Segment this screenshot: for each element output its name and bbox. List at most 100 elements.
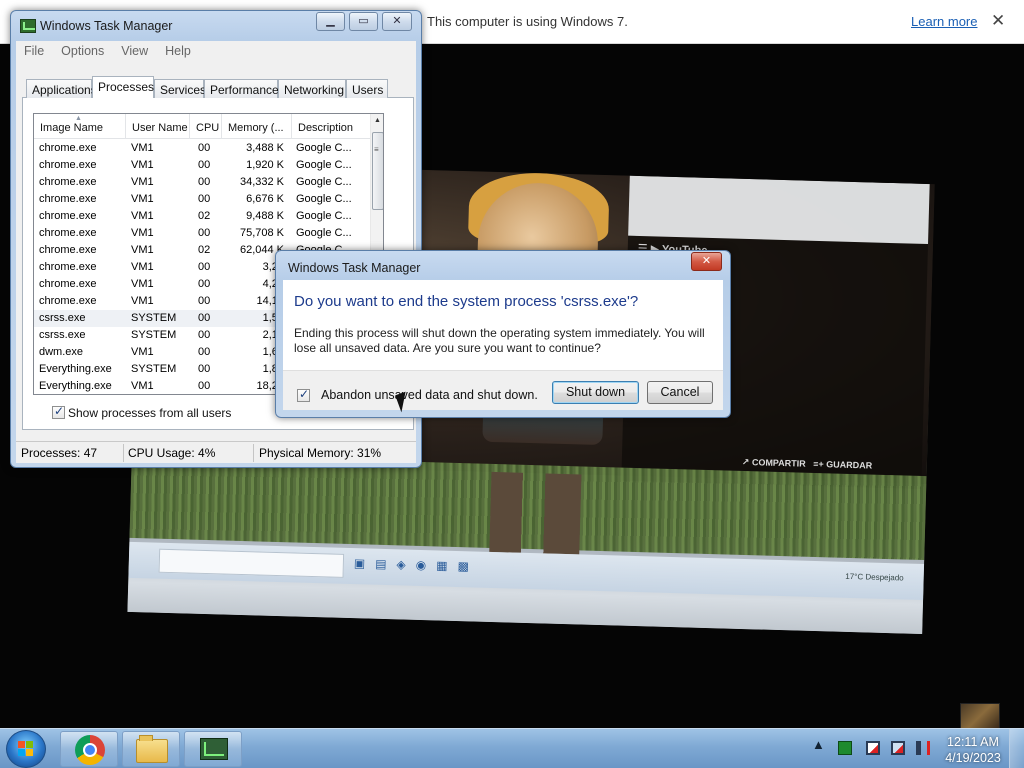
cell-user-name: VM1 <box>131 295 154 307</box>
cell-cpu: 02 <box>198 210 211 222</box>
clock-time: 12:11 AM <box>947 735 999 749</box>
menu-view[interactable]: View <box>113 41 157 58</box>
cell-memory: 34,332 K <box>239 176 284 188</box>
tab-performance[interactable]: Performance <box>204 79 279 98</box>
cancel-button[interactable]: Cancel <box>647 381 713 404</box>
task-manager-title: Windows Task Manager <box>40 19 173 33</box>
cell-description: Google C... <box>296 227 352 239</box>
taskbar: ▲ 12:11 AM 4/19/2023 <box>0 728 1024 768</box>
cell-image-name: chrome.exe <box>39 176 97 188</box>
network-icon[interactable] <box>891 741 905 755</box>
taskbar-clock[interactable]: 12:11 AM 4/19/2023 <box>944 734 1002 766</box>
cell-user-name: VM1 <box>131 210 154 222</box>
close-button[interactable]: ✕ <box>382 12 412 31</box>
photo-inner-search <box>158 548 345 578</box>
process-row[interactable]: chrome.exe VM1 00 6,676 K Google C... <box>34 191 370 208</box>
show-all-users-checkbox[interactable] <box>52 404 65 419</box>
scroll-grip-icon: ≡ <box>374 145 379 154</box>
taskbar-chrome-button[interactable] <box>60 731 118 767</box>
volume-muted-icon[interactable] <box>916 741 930 755</box>
action-center-flag-icon[interactable] <box>866 741 880 755</box>
cell-cpu: 00 <box>198 176 211 188</box>
maximize-button[interactable]: ▭ <box>349 12 378 31</box>
windows-logo-icon <box>18 741 35 757</box>
task-manager-icon <box>20 19 36 33</box>
dialog-title: Windows Task Manager <box>288 261 421 275</box>
dialog-footer: Abandon unsaved data and shut down. Shut… <box>283 370 723 410</box>
learn-more-link[interactable]: Learn more <box>911 14 977 29</box>
column-cpu[interactable]: CPU <box>190 114 222 139</box>
tray-green-icon[interactable] <box>838 741 852 755</box>
shut-down-button[interactable]: Shut down <box>552 381 639 404</box>
status-cpu: CPU Usage: 4% <box>128 446 216 460</box>
cell-cpu: 00 <box>198 346 211 358</box>
menu-options[interactable]: Options <box>53 41 113 58</box>
cell-user-name: VM1 <box>131 159 154 171</box>
cell-cpu: 00 <box>198 261 211 273</box>
tab-processes[interactable]: Processes <box>92 76 154 98</box>
menu-bar: File Options View Help <box>16 41 416 61</box>
process-list-header: ▲ Image Name User Name CPU Memory (... D… <box>34 114 370 139</box>
desktop-thumbnail-icon[interactable] <box>960 703 1000 729</box>
cell-cpu: 00 <box>198 295 211 307</box>
cell-user-name: SYSTEM <box>131 329 177 341</box>
show-all-users-label[interactable]: Show processes from all users <box>68 406 231 420</box>
notification-close-icon[interactable]: ✕ <box>991 11 1005 31</box>
minimize-button[interactable]: ▁ <box>316 12 345 31</box>
cell-memory: 6,676 K <box>246 193 284 205</box>
taskbar-task-manager-button[interactable] <box>184 731 242 767</box>
cell-image-name: chrome.exe <box>39 227 97 239</box>
column-image-name[interactable]: ▲ Image Name <box>34 114 126 139</box>
column-user-name[interactable]: User Name <box>126 114 190 139</box>
cell-user-name: VM1 <box>131 380 154 392</box>
process-row[interactable]: chrome.exe VM1 00 1,920 K Google C... <box>34 157 370 174</box>
task-manager-titlebar[interactable]: Windows Task Manager ▁ ▭ ✕ <box>11 11 421 41</box>
menu-file[interactable]: File <box>16 41 53 58</box>
process-row[interactable]: chrome.exe VM1 00 75,708 K Google C... <box>34 225 370 242</box>
dialog-close-button[interactable]: ✕ <box>691 252 722 271</box>
cell-image-name: csrss.exe <box>39 312 86 324</box>
cell-user-name: SYSTEM <box>131 312 177 324</box>
column-memory[interactable]: Memory (... <box>222 114 292 139</box>
start-button[interactable] <box>6 730 46 768</box>
cell-user-name: VM1 <box>131 142 154 154</box>
cell-image-name: Everything.exe <box>39 380 112 392</box>
process-row[interactable]: chrome.exe VM1 02 9,488 K Google C... <box>34 208 370 225</box>
task-manager-icon <box>200 738 228 760</box>
tab-applications[interactable]: Applications <box>26 79 97 98</box>
tab-networking[interactable]: Networking <box>278 79 346 98</box>
cell-image-name: chrome.exe <box>39 295 97 307</box>
taskbar-explorer-button[interactable] <box>122 731 180 767</box>
cell-image-name: chrome.exe <box>39 159 97 171</box>
scroll-up-icon[interactable]: ▲ <box>374 117 381 124</box>
cell-image-name: chrome.exe <box>39 244 97 256</box>
cell-cpu: 00 <box>198 329 211 341</box>
photo-browser-chrome <box>628 175 930 245</box>
abandon-data-label[interactable]: Abandon unsaved data and shut down. <box>321 388 538 402</box>
cell-image-name: chrome.exe <box>39 210 97 222</box>
cell-cpu: 00 <box>198 380 211 392</box>
cell-user-name: VM1 <box>131 227 154 239</box>
process-row[interactable]: chrome.exe VM1 00 34,332 K Google C... <box>34 174 370 191</box>
end-process-dialog: Windows Task Manager ✕ Do you want to en… <box>275 250 731 418</box>
dialog-message: Ending this process will shut down the o… <box>294 326 705 355</box>
scroll-thumb[interactable] <box>372 132 383 210</box>
show-desktop-button[interactable] <box>1009 729 1024 768</box>
cell-description: Google C... <box>296 193 352 205</box>
cell-image-name: chrome.exe <box>39 142 97 154</box>
tab-users[interactable]: Users <box>346 79 388 98</box>
cell-user-name: VM1 <box>131 346 154 358</box>
tab-services[interactable]: Services <box>154 79 206 98</box>
process-row[interactable]: chrome.exe VM1 00 3,488 K Google C... <box>34 140 370 157</box>
show-hidden-icons-icon[interactable]: ▲ <box>812 737 825 752</box>
cell-image-name: chrome.exe <box>39 278 97 290</box>
cell-cpu: 00 <box>198 363 211 375</box>
column-description[interactable]: Description <box>292 114 370 139</box>
menu-help[interactable]: Help <box>157 41 200 58</box>
cell-description: Google C... <box>296 176 352 188</box>
cell-image-name: Everything.exe <box>39 363 112 375</box>
abandon-data-checkbox[interactable] <box>297 387 310 402</box>
dialog-heading: Do you want to end the system process 'c… <box>294 293 639 310</box>
photo-guardar: GUARDAR <box>826 459 873 471</box>
dialog-titlebar[interactable]: Windows Task Manager ✕ <box>276 251 730 281</box>
